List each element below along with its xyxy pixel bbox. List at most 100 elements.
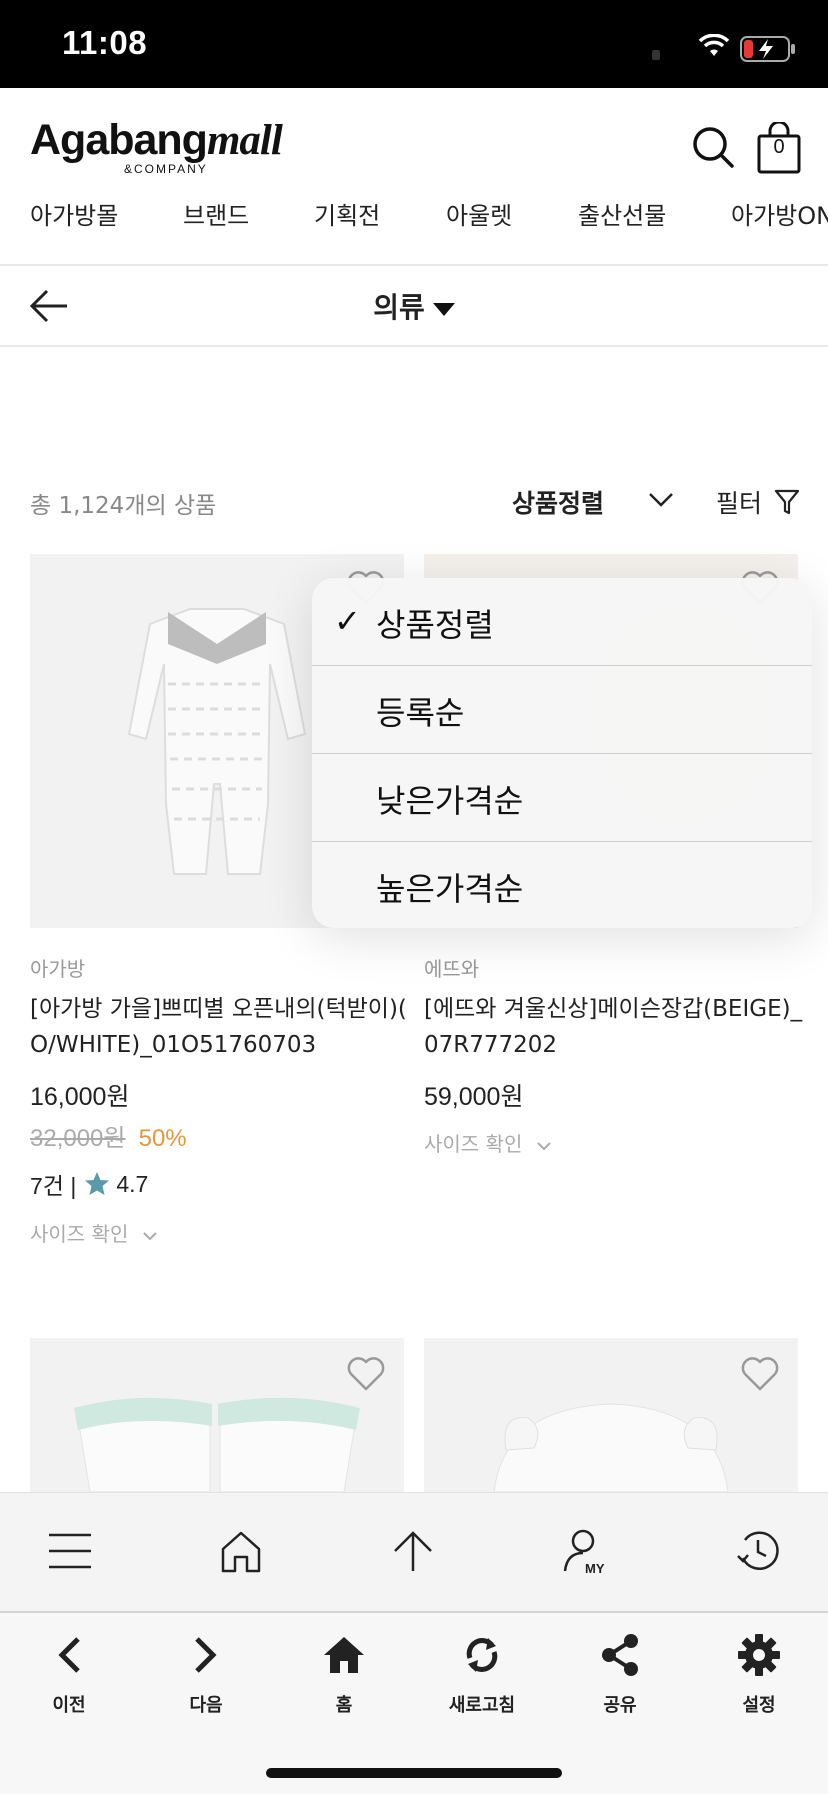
product-brand: 에뜨와 [424, 957, 480, 981]
search-icon [693, 127, 734, 168]
status-time: 11:08 [62, 24, 148, 61]
product-name-line: [에뜨와 겨울신상]메이슨장갑(BEIGE)_ [424, 996, 803, 1022]
refresh-button[interactable]: 새로고침 [422, 1631, 542, 1721]
sort-option-label: 높은가격순 [376, 870, 524, 908]
product-count: 총 1,124개의 상품 [30, 493, 217, 519]
logo-main: Agabang [30, 116, 208, 164]
history-icon [737, 1531, 779, 1570]
star-icon [85, 1172, 110, 1195]
app-bottom-bar: MY [0, 1492, 828, 1611]
logo-subtitle: &COMPANY [124, 162, 208, 176]
cart-count-badge: 0 [773, 136, 785, 158]
nav-item-exhibition[interactable]: 기획전 [314, 196, 380, 231]
discount-rate: 50% [138, 1125, 187, 1152]
menu-icon [49, 1533, 91, 1569]
original-price: 32,000원 [30, 1125, 126, 1152]
wishlist-heart-icon[interactable] [740, 1356, 780, 1392]
chevron-down-icon[interactable] [648, 492, 674, 512]
forward-nav-button[interactable]: 다음 [146, 1631, 266, 1721]
cart-button[interactable]: 0 [756, 122, 802, 174]
product-image[interactable] [30, 1338, 404, 1492]
filter-icon[interactable] [774, 488, 800, 520]
share-icon [560, 1631, 680, 1679]
site-header: Agabangmall &COMPANY 0 아가방몰 브랜드 기획전 아울렛 … [0, 88, 828, 264]
search-button[interactable] [688, 122, 738, 172]
home-button[interactable] [209, 1519, 273, 1583]
product-name-line: O/WHITE)_01O51760703 [30, 1032, 317, 1058]
chevron-right-icon [146, 1631, 266, 1679]
nav-item-outlet[interactable]: 아울렛 [446, 196, 512, 231]
share-button[interactable]: 공유 [560, 1631, 680, 1721]
agabang-logo[interactable]: Agabangmall [30, 116, 283, 165]
caret-down-icon [432, 302, 455, 316]
product-price: 59,000원 [424, 1083, 524, 1111]
battery-icon [740, 36, 796, 66]
price-discount-row: 32,000원 50% [30, 1118, 187, 1153]
settings-button[interactable]: 설정 [699, 1631, 819, 1721]
browser-toolbar: 이전 다음 홈 새로고침 공유 설정 [0, 1611, 828, 1794]
sort-option-label: 상품정렬 [376, 606, 494, 644]
size-check-link[interactable]: 사이즈 확인 [30, 1218, 157, 1247]
toolbar-label: 홈 [335, 1695, 353, 1716]
filter-button[interactable]: 필터 [716, 484, 762, 520]
review-count: 7건 | [30, 1173, 77, 1199]
size-check-label: 사이즈 확인 [424, 1132, 523, 1156]
home-indicator[interactable] [266, 1768, 562, 1778]
sort-option-newest[interactable]: 등록순 [312, 666, 812, 754]
gear-icon [699, 1631, 819, 1679]
product-name-line: 07R777202 [424, 1032, 558, 1058]
home-outline-icon [221, 1531, 261, 1573]
main-nav: 아가방몰 브랜드 기획전 아울렛 출산선물 아가방ON [0, 196, 828, 236]
wifi-icon [698, 33, 730, 62]
menu-button[interactable] [38, 1519, 102, 1583]
sort-option-default[interactable]: ✓ 상품정렬 [312, 578, 812, 666]
size-check-link[interactable]: 사이즈 확인 [424, 1128, 551, 1157]
product-name[interactable]: [에뜨와 겨울신상]메이슨장갑(BEIGE)_ 07R777202 [424, 991, 814, 1063]
product-name-line: [아가방 가을]쁘띠별 오픈내의(턱받이)( [30, 996, 407, 1022]
home-icon [284, 1631, 404, 1679]
sort-option-label: 낮은가격순 [376, 782, 524, 820]
sort-dropdown-menu: ✓ 상품정렬 등록순 낮은가격순 높은가격순 [312, 578, 812, 928]
toolbar-label: 다음 [189, 1695, 223, 1716]
back-nav-button[interactable]: 이전 [9, 1631, 129, 1721]
nav-item-agabang-on[interactable]: 아가방ON [731, 196, 828, 231]
review-row[interactable]: 7건 | 4.7 [30, 1167, 148, 1201]
sort-option-high-price[interactable]: 높은가격순 [312, 842, 812, 928]
chevron-down-icon [537, 1142, 551, 1151]
nav-item-birth-gift[interactable]: 출산선물 [578, 196, 666, 231]
product-brand: 아가방 [30, 957, 86, 981]
category-header: 의류 [0, 266, 828, 346]
subheader-divider [0, 345, 828, 347]
toolbar-label: 이전 [52, 1695, 86, 1716]
refresh-icon [422, 1631, 542, 1679]
product-name[interactable]: [아가방 가을]쁘띠별 오픈내의(턱받이)( O/WHITE)_01O51760… [30, 991, 410, 1063]
arrow-up-icon [394, 1531, 432, 1571]
sort-option-low-price[interactable]: 낮은가격순 [312, 754, 812, 842]
my-page-icon: MY [563, 1529, 605, 1575]
category-title: 의류 [373, 291, 425, 324]
nav-item-brand[interactable]: 브랜드 [183, 196, 249, 231]
rating-value: 4.7 [116, 1170, 149, 1197]
status-bar: 11:08 [0, 0, 828, 88]
toolbar-label: 공유 [603, 1695, 637, 1716]
checkmark-icon: ✓ [334, 602, 361, 640]
camera-indicator [652, 50, 660, 60]
chevron-left-icon [9, 1631, 129, 1679]
svg-text:MY: MY [585, 1561, 605, 1575]
logo-mall: mall [206, 117, 283, 164]
sort-select[interactable]: 상품정렬 [512, 484, 604, 520]
category-dropdown[interactable]: 의류 [0, 286, 828, 326]
chevron-down-icon [143, 1232, 157, 1241]
size-check-label: 사이즈 확인 [30, 1222, 129, 1246]
browser-home-button[interactable]: 홈 [284, 1631, 404, 1721]
product-price: 16,000원 [30, 1083, 130, 1111]
sort-option-label: 등록순 [376, 694, 465, 732]
scroll-top-button[interactable] [381, 1519, 445, 1583]
wishlist-heart-icon[interactable] [346, 1356, 386, 1392]
product-image[interactable] [424, 1338, 798, 1492]
toolbar-label: 새로고침 [448, 1695, 516, 1716]
nav-item-agabangmall[interactable]: 아가방몰 [30, 196, 118, 231]
history-button[interactable] [726, 1519, 790, 1583]
toolbar-label: 설정 [742, 1695, 776, 1716]
my-page-button[interactable]: MY [553, 1519, 617, 1583]
